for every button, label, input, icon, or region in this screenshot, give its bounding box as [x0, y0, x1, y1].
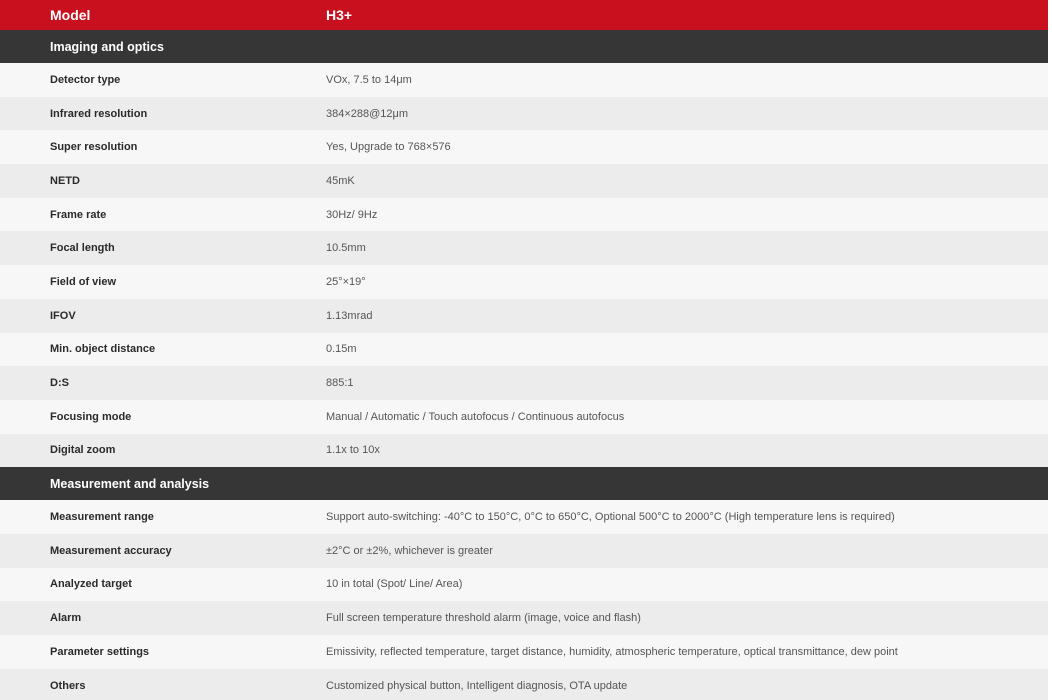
spec-label: Others: [0, 668, 326, 700]
spec-value: 885:1: [326, 366, 1048, 400]
table-row: Alarm Full screen temperature threshold a…: [0, 601, 1048, 635]
spec-label: Measurement accuracy: [0, 533, 326, 568]
spec-value: Manual / Automatic / Touch autofocus / C…: [326, 399, 1048, 434]
table-row: Super resolution Yes, Upgrade to 768×576: [0, 130, 1048, 165]
spec-label: Digital zoom: [0, 433, 326, 468]
spec-label: Frame rate: [0, 197, 326, 232]
spec-label: D:S: [0, 366, 326, 400]
spec-value: 30Hz/ 9Hz: [326, 197, 1048, 232]
spec-value: Support auto-switching: -40°C to 150°C, …: [326, 500, 1048, 534]
spec-label: Infrared resolution: [0, 96, 326, 131]
table-row: D:S 885:1: [0, 366, 1048, 400]
section-header-measurement: Measurement and analysis: [0, 467, 1048, 501]
spec-value: 25°×19°: [326, 265, 1048, 299]
spec-label: NETD: [0, 164, 326, 198]
table-row: Others Customized physical button, Intell…: [0, 668, 1048, 700]
spec-label: Alarm: [0, 601, 326, 635]
section-title: Measurement and analysis: [0, 467, 1048, 501]
table-row: Measurement range Support auto-switching:…: [0, 500, 1048, 534]
spec-label: Field of view: [0, 265, 326, 299]
spec-label: Parameter settings: [0, 635, 326, 669]
spec-value: VOx, 7.5 to 14μm: [326, 63, 1048, 97]
spec-label: Super resolution: [0, 130, 326, 165]
spec-value: Yes, Upgrade to 768×576: [326, 130, 1048, 165]
table-row: Analyzed target 10 in total (Spot/ Line/ …: [0, 567, 1048, 602]
table-row: Parameter settings Emissivity, reflected …: [0, 635, 1048, 669]
spec-label: IFOV: [0, 298, 326, 333]
table-row: IFOV 1.13mrad: [0, 298, 1048, 333]
spec-value: ±2°C or ±2%, whichever is greater: [326, 533, 1048, 568]
table-row: Digital zoom 1.1x to 10x: [0, 433, 1048, 468]
spec-value: 1.13mrad: [326, 298, 1048, 333]
model-header-label: Model: [0, 0, 326, 30]
table-row: Frame rate 30Hz/ 9Hz: [0, 197, 1048, 232]
table-row: Measurement accuracy ±2°C or ±2%, whichev…: [0, 533, 1048, 568]
table-row: Detector type VOx, 7.5 to 14μm: [0, 63, 1048, 97]
table-row: Infrared resolution 384×288@12μm: [0, 96, 1048, 131]
spec-value: 1.1x to 10x: [326, 433, 1048, 468]
spec-label: Analyzed target: [0, 567, 326, 602]
model-header-row: Model H3+: [0, 0, 1048, 30]
table-row: NETD 45mK: [0, 164, 1048, 198]
table-row: Min. object distance 0.15m: [0, 332, 1048, 367]
spec-label: Focusing mode: [0, 399, 326, 434]
spec-value: Full screen temperature threshold alarm …: [326, 601, 1048, 635]
spec-label: Detector type: [0, 63, 326, 97]
model-header-value: H3+: [326, 0, 1048, 30]
spec-value: Customized physical button, Intelligent …: [326, 668, 1048, 700]
section-header-imaging: Imaging and optics: [0, 30, 1048, 63]
spec-table: Model H3+ Imaging and optics Detector ty…: [0, 0, 1048, 700]
spec-value: 384×288@12μm: [326, 96, 1048, 131]
table-row: Focal length 10.5mm: [0, 231, 1048, 266]
spec-label: Min. object distance: [0, 332, 326, 367]
spec-value: Emissivity, reflected temperature, targe…: [326, 635, 1048, 669]
spec-value: 10.5mm: [326, 231, 1048, 266]
table-row: Focusing mode Manual / Automatic / Touch …: [0, 399, 1048, 434]
spec-value: 10 in total (Spot/ Line/ Area): [326, 567, 1048, 602]
table-row: Field of view 25°×19°: [0, 265, 1048, 299]
spec-label: Measurement range: [0, 500, 326, 534]
spec-value: 45mK: [326, 164, 1048, 198]
section-title: Imaging and optics: [0, 30, 1048, 63]
spec-label: Focal length: [0, 231, 326, 266]
spec-value: 0.15m: [326, 332, 1048, 367]
